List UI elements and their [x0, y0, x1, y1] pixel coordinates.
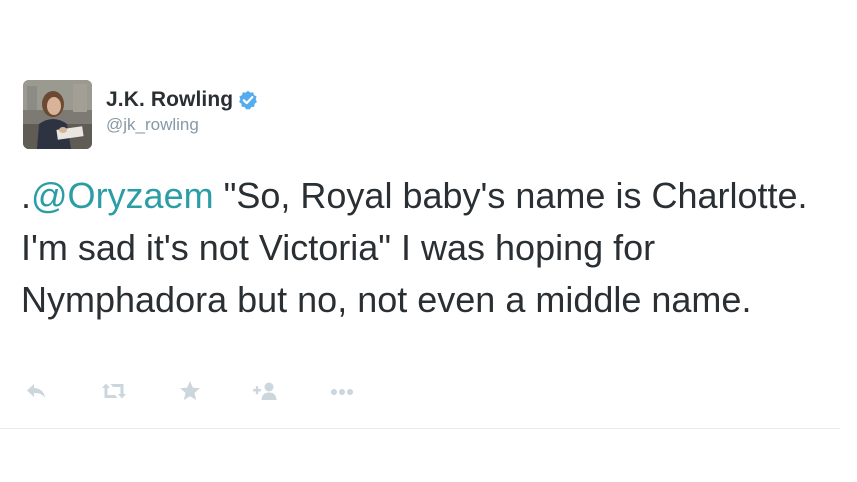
- follow-button[interactable]: [252, 378, 280, 404]
- author-handle[interactable]: @jk_rowling: [106, 115, 258, 135]
- profile-photo-icon: [23, 80, 92, 149]
- more-button[interactable]: [328, 378, 356, 404]
- reply-icon: [27, 384, 45, 398]
- reply-button[interactable]: [24, 378, 48, 404]
- tweet-text: .@Oryzaem "So, Royal baby's name is Char…: [21, 170, 831, 326]
- star-icon: [180, 381, 200, 400]
- verified-badge-icon: [238, 90, 258, 110]
- follow-icon: [253, 382, 277, 400]
- author-display-name[interactable]: J.K. Rowling: [106, 88, 233, 112]
- tweet-divider: [0, 428, 840, 429]
- more-icon: [331, 389, 353, 395]
- tweet-prefix: .: [21, 175, 32, 216]
- tweet-card: J.K. Rowling @jk_rowling .@Oryzaem "So, …: [0, 0, 857, 482]
- author-names: J.K. Rowling @jk_rowling: [106, 88, 258, 135]
- mention-link[interactable]: @Oryzaem: [31, 175, 214, 216]
- retweet-button[interactable]: [100, 378, 128, 404]
- favorite-button[interactable]: [178, 378, 202, 404]
- retweet-icon: [102, 383, 126, 399]
- tweet-header: J.K. Rowling @jk_rowling: [23, 80, 258, 150]
- name-row: J.K. Rowling: [106, 88, 258, 112]
- avatar[interactable]: [23, 80, 92, 149]
